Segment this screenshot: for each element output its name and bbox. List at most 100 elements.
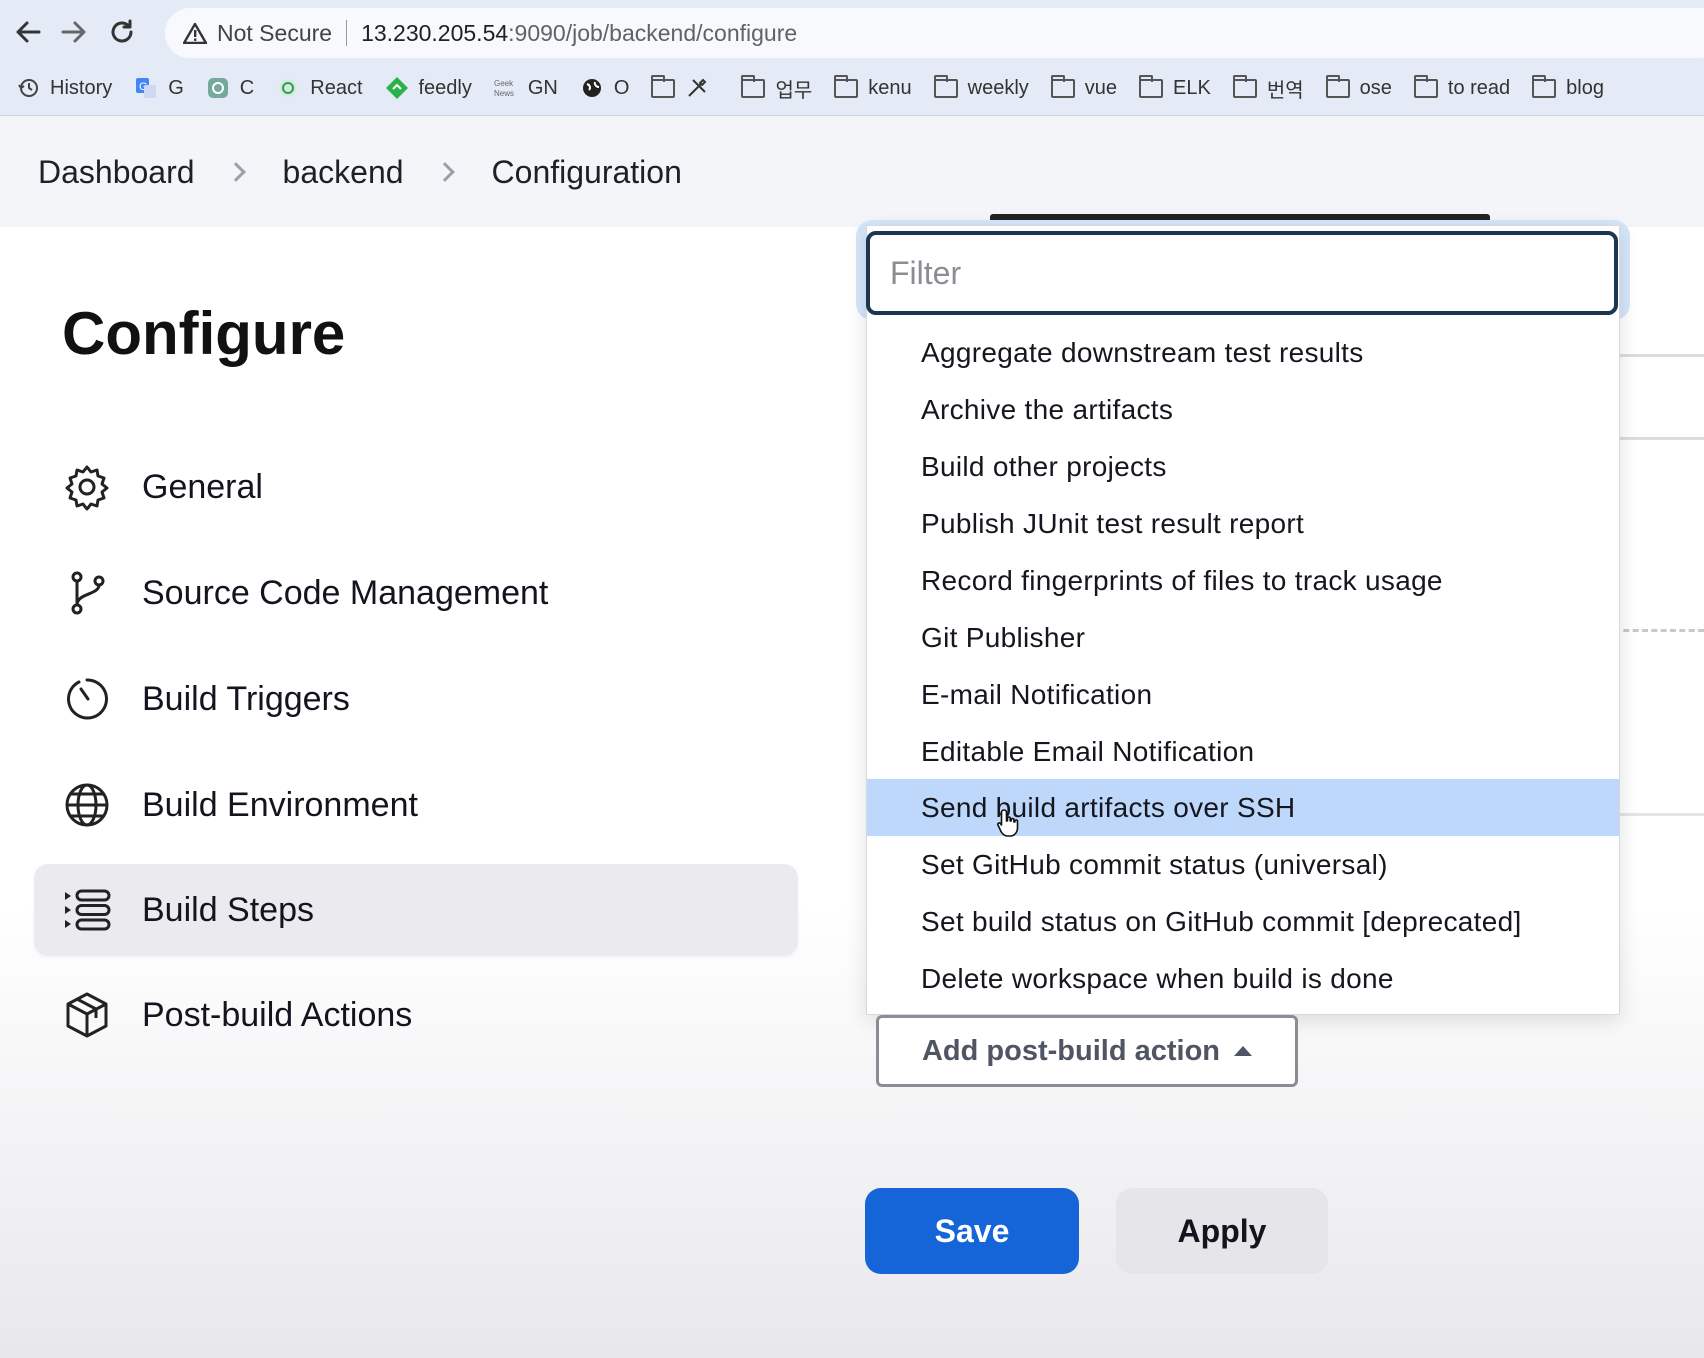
bookmark-label: 번역 xyxy=(1266,79,1304,102)
forward-button[interactable] xyxy=(56,14,92,50)
bookmark-tools[interactable] xyxy=(651,74,719,99)
bookmark-label: kenu xyxy=(868,76,912,99)
folder-icon xyxy=(933,74,958,99)
bookmark-label: ose xyxy=(1359,76,1392,99)
geeknews-icon: Geek News xyxy=(494,77,518,99)
sidebar-item-label: Source Code Management xyxy=(142,573,549,612)
bookmark-folder-vue[interactable]: vue xyxy=(1050,74,1117,100)
translate-icon: G xyxy=(134,77,158,99)
url-host: 13.230.205.54 xyxy=(361,19,509,46)
filter-input[interactable] xyxy=(866,231,1618,315)
bookmark-label: 업무 xyxy=(775,79,813,102)
dropdown-option[interactable]: Publish JUnit test result report xyxy=(867,495,1619,552)
bookmark-label: G xyxy=(168,76,184,99)
sidebar-item-label: Build Environment xyxy=(142,785,418,824)
sidebar-item-source-code-management[interactable]: Source Code Management xyxy=(34,547,798,639)
sidebar-item-label: Build Triggers xyxy=(142,679,350,718)
sidebar-item-label: General xyxy=(142,467,263,506)
globe-icon xyxy=(62,780,112,830)
tools-icon xyxy=(685,77,709,99)
breadcrumb-dashboard[interactable]: Dashboard xyxy=(38,154,195,191)
bookmark-history[interactable]: History xyxy=(16,77,112,100)
form-divider xyxy=(1614,813,1704,816)
add-post-build-action-button[interactable]: Add post-build action xyxy=(876,1015,1298,1087)
bookmark-react[interactable]: React xyxy=(276,76,363,100)
bookmark-folder-translate[interactable]: 번역 xyxy=(1232,74,1304,103)
folder-icon xyxy=(1325,74,1350,99)
dropdown-option[interactable]: Record fingerprints of files to track us… xyxy=(867,552,1619,609)
react-icon xyxy=(276,77,300,99)
bookmark-g[interactable]: G G xyxy=(134,77,184,100)
bookmark-label: GN xyxy=(527,76,558,99)
form-divider xyxy=(1614,437,1704,440)
back-button[interactable] xyxy=(10,14,46,50)
bookmark-folder-work[interactable]: 업무 xyxy=(741,74,812,103)
svg-text:Geek: Geek xyxy=(494,79,514,88)
sidebar-item-build-triggers[interactable]: Build Triggers xyxy=(34,653,798,745)
branch-icon xyxy=(62,568,112,618)
bookmark-folder-weekly[interactable]: weekly xyxy=(933,74,1029,100)
form-divider xyxy=(1614,354,1704,357)
bookmark-folder-ose[interactable]: ose xyxy=(1325,74,1392,100)
apply-button[interactable]: Apply xyxy=(1116,1188,1328,1274)
caret-up-icon xyxy=(1234,1046,1252,1056)
history-icon xyxy=(16,77,40,99)
dropdown-option[interactable]: Aggregate downstream test results xyxy=(867,324,1619,381)
bookmark-folder-elk[interactable]: ELK xyxy=(1139,74,1211,100)
sidebar-item-label: Build Steps xyxy=(142,890,314,929)
url-path: :9090/job/backend/configure xyxy=(508,19,798,46)
chevron-right-icon xyxy=(225,162,246,182)
bookmark-label: blog xyxy=(1566,76,1604,99)
warning-icon xyxy=(183,22,207,44)
dropdown-option[interactable]: Git Publisher xyxy=(867,609,1619,666)
globe-icon xyxy=(580,77,604,99)
bookmarks-bar: History G G C React feedly Geek News GN O xyxy=(16,70,1704,106)
dropdown-option[interactable]: E-mail Notification xyxy=(867,666,1619,723)
bookmark-gn[interactable]: Geek News GN xyxy=(494,77,558,100)
folder-icon xyxy=(741,74,766,99)
clock-icon xyxy=(62,674,112,724)
reload-button[interactable] xyxy=(104,14,140,50)
bookmark-o[interactable]: O xyxy=(580,76,630,100)
bookmark-label: ELK xyxy=(1173,76,1211,99)
sidebar-item-post-build-actions[interactable]: Post-build Actions xyxy=(34,969,798,1061)
sidebar-item-general[interactable]: General xyxy=(34,441,798,533)
dropdown-option[interactable]: Set build status on GitHub commit [depre… xyxy=(867,893,1619,950)
breadcrumb: Dashboard backend Configuration xyxy=(0,117,1704,227)
url-divider xyxy=(346,20,348,46)
bookmark-c[interactable]: C xyxy=(206,77,254,100)
page-title: Configure xyxy=(62,300,346,367)
address-bar[interactable]: Not Secure 13.230.205.54:9090/job/backen… xyxy=(165,8,1704,58)
bookmark-label: O xyxy=(613,76,630,99)
sidebar-item-build-environment[interactable]: Build Environment xyxy=(34,759,798,851)
sidebar-item-label: Post-build Actions xyxy=(142,995,413,1034)
breadcrumb-backend[interactable]: backend xyxy=(283,154,404,191)
bookmark-label: React xyxy=(310,76,363,99)
breadcrumb-configuration[interactable]: Configuration xyxy=(492,154,682,191)
save-button[interactable]: Save xyxy=(865,1188,1079,1274)
dropdown-option[interactable]: Set GitHub commit status (universal) xyxy=(867,836,1619,893)
sidebar-item-build-steps[interactable]: Build Steps xyxy=(34,864,798,956)
svg-text:News: News xyxy=(494,89,514,98)
add-post-build-action-label: Add post-build action xyxy=(921,1034,1220,1067)
bookmark-folder-to-read[interactable]: to read xyxy=(1413,74,1510,100)
dropdown-option[interactable]: Editable Email Notification xyxy=(867,723,1619,780)
arrow-left-icon xyxy=(16,21,41,43)
dropdown-option[interactable]: Build other projects xyxy=(867,438,1619,495)
bookmark-folder-blog[interactable]: blog xyxy=(1532,74,1604,100)
security-label[interactable]: Not Secure xyxy=(217,20,332,47)
bookmark-feedly[interactable]: feedly xyxy=(385,77,472,100)
gear-icon xyxy=(62,462,112,512)
folder-icon xyxy=(834,74,859,99)
folder-icon xyxy=(1532,74,1557,99)
form-divider xyxy=(1614,629,1704,632)
folder-icon xyxy=(1139,74,1164,99)
folder-icon xyxy=(1413,74,1438,99)
package-icon xyxy=(62,990,112,1040)
dropdown-option-highlighted[interactable]: Send build artifacts over SSH xyxy=(867,779,1619,836)
dropdown-option[interactable]: Delete workspace when build is done xyxy=(867,950,1619,1007)
dropdown-option[interactable]: Archive the artifacts xyxy=(867,381,1619,438)
bookmark-label: History xyxy=(50,76,113,99)
bookmark-folder-kenu[interactable]: kenu xyxy=(834,74,912,100)
chatgpt-icon xyxy=(206,77,230,99)
